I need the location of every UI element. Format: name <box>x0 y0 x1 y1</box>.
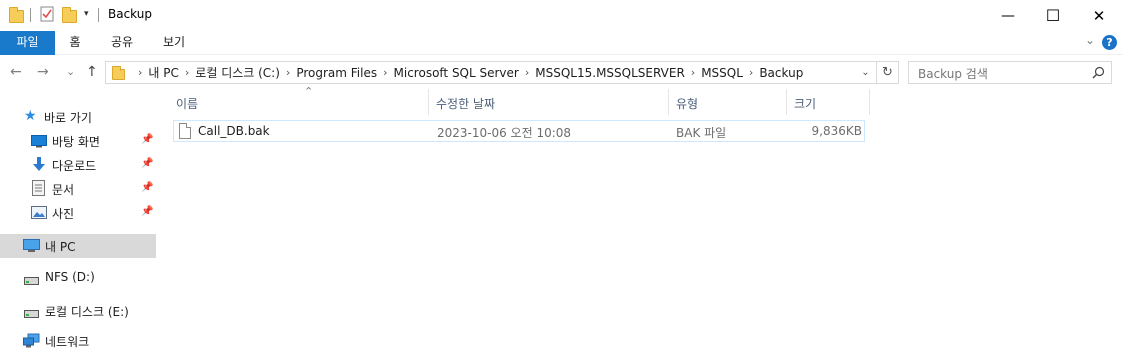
file-date: 2023-10-06 오전 10:08 <box>437 126 572 140</box>
navigation-pane: ★ 바로 가기 바탕 화면 📌 다운로드 📌 문서 📌 사진 📌 내 PC NF… <box>0 96 156 359</box>
breadcrumb-item[interactable]: MSSQL15.MSSQLSERVER <box>535 66 685 80</box>
title-bar: ▾ Backup — ☐ ✕ <box>0 0 1123 31</box>
search-icon[interactable] <box>1092 66 1105 82</box>
file-type: BAK 파일 <box>676 126 727 140</box>
column-header-size[interactable]: 크기 <box>786 89 869 116</box>
nav-item-quick-access[interactable]: ★ 바로 가기 <box>0 105 156 129</box>
nav-item-pictures[interactable]: 사진 📌 <box>0 201 156 225</box>
maximize-button[interactable]: ☐ <box>1030 0 1076 31</box>
pin-icon[interactable]: 📌 <box>141 134 153 145</box>
nav-item-desktop[interactable]: 바탕 화면 📌 <box>0 129 156 153</box>
tab-view[interactable]: 보기 <box>156 31 192 55</box>
nav-item-label: 문서 <box>52 183 75 197</box>
nav-item-label: 바로 가기 <box>44 111 92 125</box>
nav-item-drive-d[interactable]: NFS (D:) <box>0 266 156 290</box>
nav-item-network[interactable]: 네트워크 <box>0 329 156 353</box>
nav-item-label: 네트워크 <box>45 335 90 349</box>
breadcrumb: › 내 PC › 로컬 디스크 (C:) › Program Files › M… <box>132 62 803 83</box>
column-header-date[interactable]: 수정한 날짜 <box>428 89 668 116</box>
breadcrumb-separator[interactable]: › <box>383 66 387 79</box>
search-box[interactable]: Backup 검색 <box>908 61 1112 84</box>
column-header-label: 크기 <box>794 97 817 111</box>
file-size: 9,836KB <box>811 124 862 138</box>
file-row[interactable]: Call_DB.bak 2023-10-06 오전 10:08 BAK 파일 9… <box>173 120 865 142</box>
column-header-label: 이름 <box>176 97 199 111</box>
nav-item-label: 바탕 화면 <box>52 135 100 149</box>
properties-icon[interactable] <box>40 6 54 24</box>
nav-item-downloads[interactable]: 다운로드 📌 <box>0 153 156 177</box>
tab-file[interactable]: 파일 <box>0 31 55 55</box>
customize-toolbar-icon[interactable]: ▾ <box>84 9 89 27</box>
breadcrumb-item[interactable]: 로컬 디스크 (C:) <box>195 64 280 81</box>
nav-item-this-pc[interactable]: 내 PC <box>0 234 156 258</box>
download-icon <box>32 156 46 175</box>
recent-locations-button[interactable]: ⌄ <box>66 64 75 80</box>
nav-item-drive-e[interactable]: 로컬 디스크 (E:) <box>0 299 156 323</box>
nav-item-label: 다운로드 <box>52 159 97 173</box>
minimize-button[interactable]: — <box>985 0 1031 31</box>
forward-button[interactable]: → <box>37 64 49 80</box>
breadcrumb-separator[interactable]: › <box>185 66 189 79</box>
help-icon[interactable]: ? <box>1102 35 1117 50</box>
star-icon: ★ <box>24 108 37 124</box>
column-header-label: 수정한 날짜 <box>436 97 496 111</box>
column-divider[interactable] <box>869 89 870 115</box>
desktop-icon <box>31 135 47 151</box>
ribbon-tabs: 파일 홈 공유 보기 ⌄ ? <box>0 31 1123 55</box>
network-icon <box>23 333 40 351</box>
toolbar-separator <box>30 8 31 22</box>
breadcrumb-item[interactable]: Backup <box>759 66 803 80</box>
chevron-down-icon[interactable]: ⌄ <box>1085 33 1095 47</box>
up-button[interactable]: ↑ <box>86 64 98 80</box>
nav-item-label: 사진 <box>52 207 75 221</box>
pin-icon[interactable]: 📌 <box>141 182 153 193</box>
nav-item-label: NFS (D:) <box>45 270 95 284</box>
tab-home[interactable]: 홈 <box>62 31 88 55</box>
breadcrumb-separator[interactable]: › <box>691 66 695 79</box>
computer-icon <box>23 239 40 256</box>
breadcrumb-separator[interactable]: › <box>286 66 290 79</box>
sort-ascending-icon: ⌃ <box>304 85 314 98</box>
breadcrumb-item[interactable]: MSSQL <box>701 66 743 80</box>
pin-icon[interactable]: 📌 <box>141 206 153 217</box>
breadcrumb-separator[interactable]: › <box>525 66 529 79</box>
refresh-button[interactable]: ↻ <box>876 62 898 83</box>
file-icon <box>179 123 191 139</box>
search-input[interactable]: Backup 검색 <box>918 65 988 82</box>
column-header-label: 유형 <box>676 97 699 111</box>
breadcrumb-item[interactable]: 내 PC <box>148 64 178 81</box>
file-list: 이름 ⌃ 수정한 날짜 유형 크기 Call_DB.bak 2023-10-06… <box>160 85 1123 359</box>
address-bar[interactable]: › 내 PC › 로컬 디스크 (C:) › Program Files › M… <box>105 61 899 84</box>
back-button[interactable]: ← <box>10 64 22 80</box>
column-header-type[interactable]: 유형 <box>668 89 786 116</box>
breadcrumb-item[interactable]: Program Files <box>296 66 377 80</box>
documents-icon <box>32 180 45 199</box>
address-history-button[interactable]: ⌄ <box>856 62 874 83</box>
breadcrumb-item[interactable]: Microsoft SQL Server <box>394 66 519 80</box>
column-header-name[interactable]: 이름 ⌃ <box>168 85 428 116</box>
drive-icon <box>24 274 39 288</box>
tab-share[interactable]: 공유 <box>104 31 140 55</box>
navigation-bar: ← → ⌄ ↑ › 내 PC › 로컬 디스크 (C:) › Program F… <box>0 56 1123 89</box>
breadcrumb-separator: › <box>138 66 143 79</box>
file-name: Call_DB.bak <box>198 124 270 138</box>
nav-item-label: 로컬 디스크 (E:) <box>45 305 129 319</box>
breadcrumb-separator[interactable]: › <box>749 66 753 79</box>
close-button[interactable]: ✕ <box>1076 0 1122 31</box>
nav-item-documents[interactable]: 문서 📌 <box>0 177 156 201</box>
pictures-icon <box>31 206 47 222</box>
toolbar-separator <box>98 8 99 22</box>
window-title: Backup <box>108 7 152 21</box>
drive-icon <box>24 307 39 321</box>
pin-icon[interactable]: 📌 <box>141 158 153 169</box>
nav-item-label: 내 PC <box>45 240 76 254</box>
